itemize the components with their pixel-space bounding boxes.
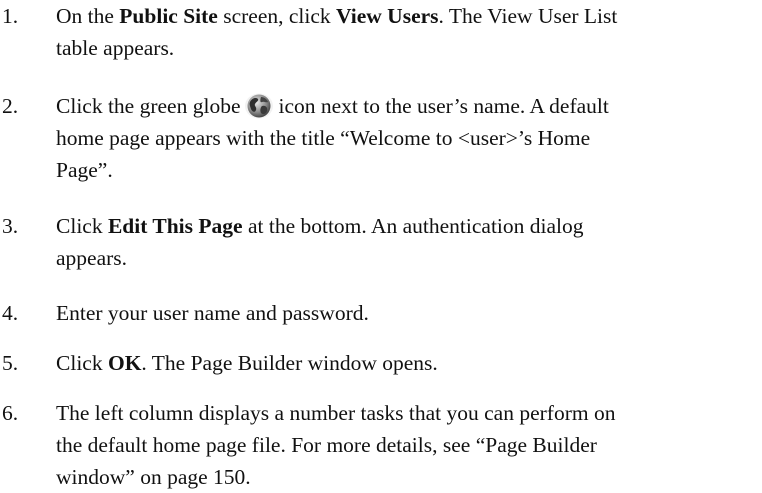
step-text: Enter your user name and password. bbox=[56, 297, 756, 329]
step-line: Enter your user name and password. bbox=[56, 301, 369, 325]
step-text: The left column displays a number tasks … bbox=[56, 397, 756, 493]
step-line: On the Public Site screen, click View Us… bbox=[56, 0, 756, 32]
text-run: icon next to the user’s name. A default bbox=[278, 94, 609, 118]
step-line: The left column displays a number tasks … bbox=[56, 401, 616, 425]
green-globe-icon bbox=[244, 93, 274, 119]
step-number: 4. bbox=[2, 301, 19, 325]
text-run: at the bottom. An authentication dialog bbox=[242, 214, 584, 238]
text-run: screen, click bbox=[217, 4, 337, 28]
step-text: Click Edit This Page at the bottom. An a… bbox=[56, 210, 756, 274]
text-run: . The View User List bbox=[438, 4, 618, 28]
step-line: table appears. bbox=[56, 36, 175, 60]
text-run: Click bbox=[56, 351, 108, 375]
ui-term-edit-this-page: Edit This Page bbox=[107, 214, 243, 238]
step-line: Page”. bbox=[56, 158, 113, 182]
step-line: Click the green globe icon next to the u… bbox=[56, 90, 756, 122]
ui-term-view-users: View Users bbox=[336, 4, 439, 28]
step-line: window” on page 150. bbox=[56, 465, 251, 489]
step-line: Click OK. The Page Builder window opens. bbox=[56, 347, 756, 379]
text-run: . The Page Builder window opens. bbox=[141, 351, 438, 375]
step-line: Click Edit This Page at the bottom. An a… bbox=[56, 210, 756, 242]
text-run: Click bbox=[56, 214, 108, 238]
step-number: 3. bbox=[2, 214, 19, 238]
step-text: On the Public Site screen, click View Us… bbox=[56, 0, 756, 64]
step-line: appears. bbox=[56, 246, 128, 270]
step-number: 2. bbox=[2, 94, 19, 118]
ui-term-ok: OK bbox=[107, 351, 142, 375]
step-number: 5. bbox=[2, 351, 19, 375]
step-number: 6. bbox=[2, 401, 19, 425]
step-text: Click the green globe icon next to the u… bbox=[56, 90, 756, 186]
ui-term-public-site: Public Site bbox=[119, 4, 218, 28]
step-text: Click OK. The Page Builder window opens. bbox=[56, 347, 756, 379]
globe-graphic bbox=[245, 93, 274, 119]
text-run: Click the green globe bbox=[56, 94, 241, 118]
step-line: the default home page file. For more det… bbox=[56, 433, 597, 457]
step-number: 1. bbox=[2, 4, 19, 28]
step-line: home page appears with the title “Welcom… bbox=[56, 126, 591, 150]
text-run: On the bbox=[56, 4, 120, 28]
